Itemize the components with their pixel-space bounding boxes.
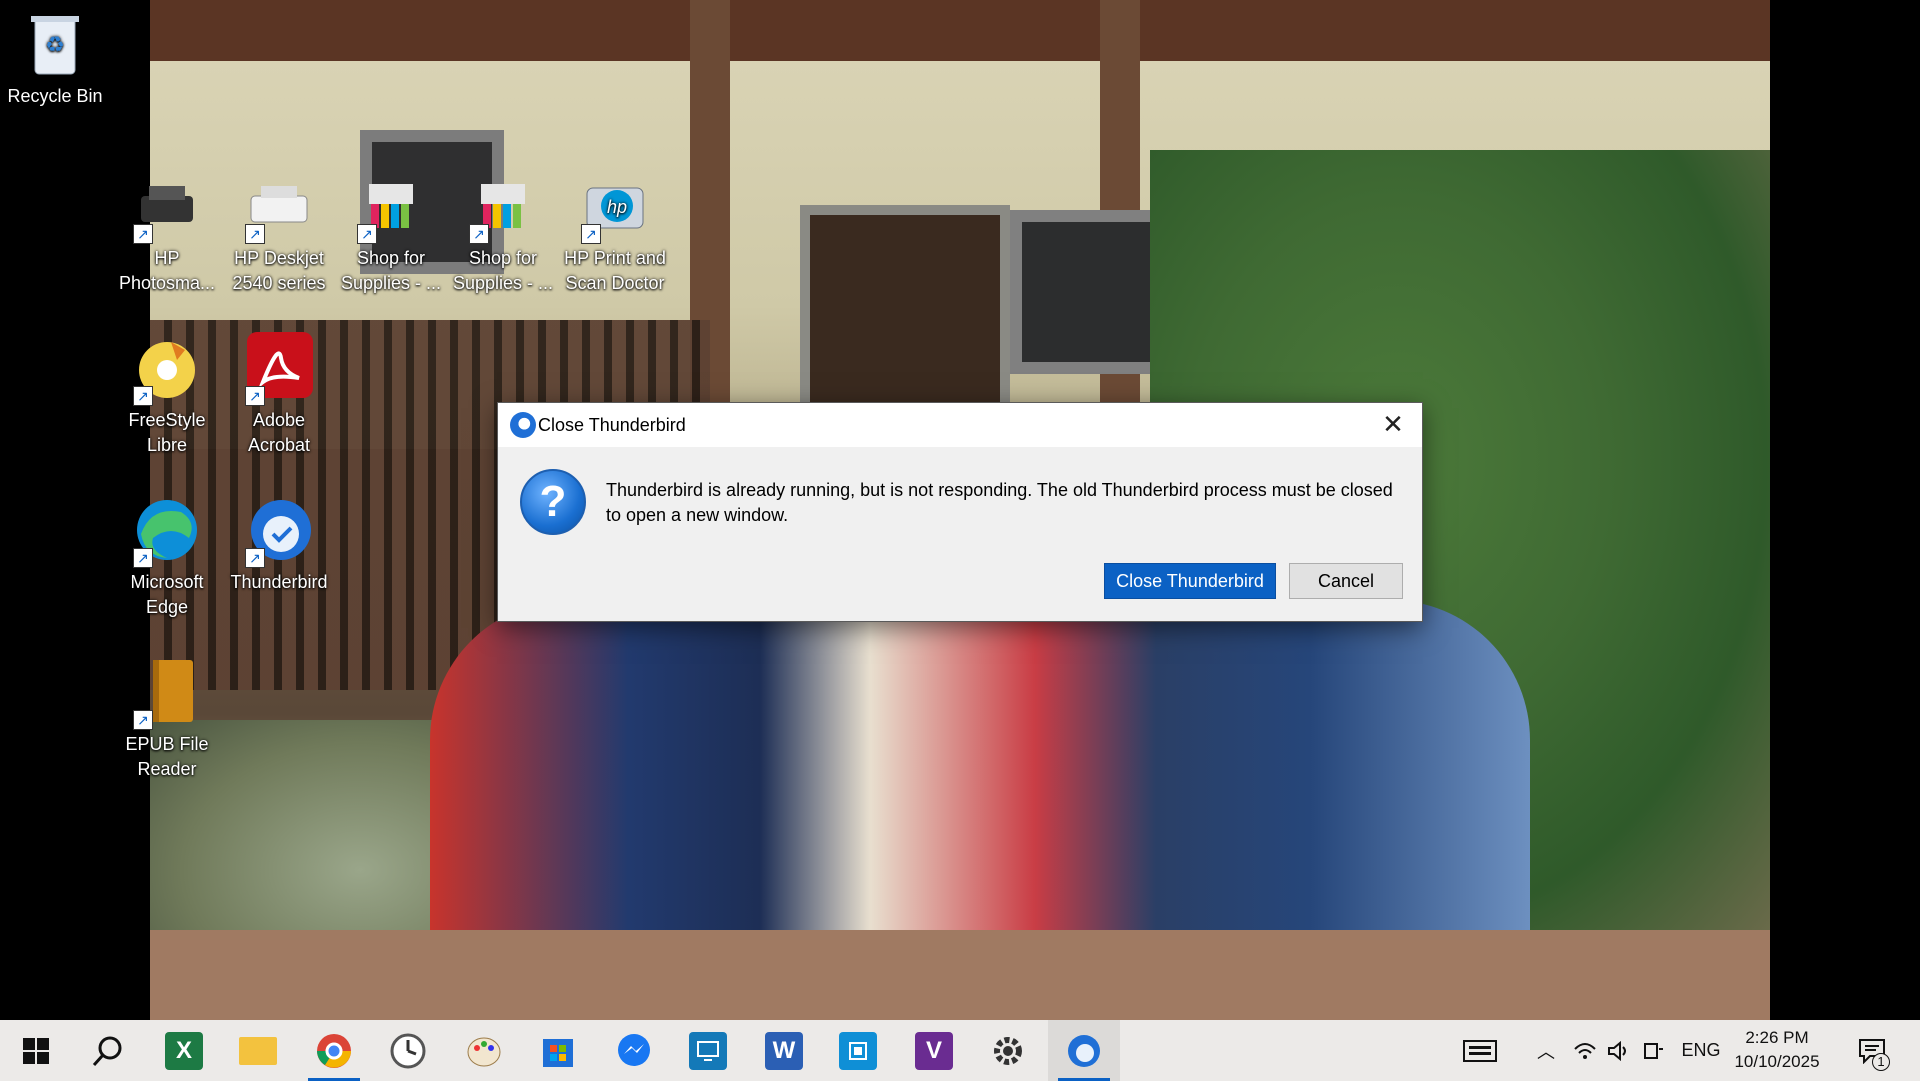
device-icon bbox=[1644, 1042, 1663, 1059]
svg-text:♻: ♻ bbox=[45, 32, 65, 57]
recycle-bin-icon: ♻ bbox=[19, 8, 91, 80]
messenger-icon bbox=[618, 1033, 650, 1066]
printer-icon: ↗ bbox=[131, 170, 203, 244]
taskbar-thunderbird[interactable] bbox=[1048, 1020, 1120, 1081]
svg-text:hp: hp bbox=[607, 197, 627, 217]
taskbar-chrome[interactable] bbox=[298, 1020, 370, 1081]
shortcut-arrow-icon: ↗ bbox=[581, 224, 601, 244]
chrome-icon bbox=[317, 1033, 351, 1068]
close-icon[interactable]: ✕ bbox=[1378, 409, 1408, 439]
keyboard-tray-button[interactable] bbox=[1458, 1020, 1502, 1081]
v-app-icon: V bbox=[915, 1031, 953, 1070]
network-button[interactable] bbox=[1570, 1020, 1600, 1081]
desktop-icon-thunderbird[interactable]: ↗ Thunderbird bbox=[224, 494, 334, 595]
edge-icon: ↗ bbox=[131, 494, 203, 568]
shortcut-arrow-icon: ↗ bbox=[245, 386, 265, 406]
shortcut-arrow-icon: ↗ bbox=[469, 224, 489, 244]
shortcut-arrow-icon: ↗ bbox=[133, 710, 153, 730]
dialog-message: Thunderbird is already running, but is n… bbox=[606, 480, 1393, 525]
shortcut-arrow-icon: ↗ bbox=[245, 548, 265, 568]
dialog-titlebar[interactable]: Close Thunderbird ✕ bbox=[498, 403, 1422, 447]
thunderbird-icon bbox=[1068, 1034, 1100, 1067]
show-hidden-icons-button[interactable]: ︿ bbox=[1532, 1020, 1560, 1081]
action-center-button[interactable]: 1 bbox=[1852, 1020, 1892, 1081]
shortcut-arrow-icon: ↗ bbox=[133, 224, 153, 244]
meet-now-button[interactable] bbox=[1638, 1020, 1668, 1081]
shortcut-arrow-icon: ↗ bbox=[133, 386, 153, 406]
paint-icon bbox=[467, 1037, 501, 1066]
thunderbird-icon: ↗ bbox=[243, 494, 315, 568]
desktop-icon-shop-supplies-1[interactable]: ↗ Shop for Supplies - ... bbox=[336, 170, 446, 296]
taskbar: X W V ︿ ENG 2:26 PM 10/10/2025 1 bbox=[0, 1020, 1920, 1081]
freestyle-libre-icon: ↗ bbox=[131, 332, 203, 406]
notification-count-badge: 1 bbox=[1872, 1053, 1890, 1071]
clock-date: 10/10/2025 bbox=[1734, 1052, 1820, 1071]
wifi-icon bbox=[1574, 1042, 1596, 1059]
taskbar-messenger[interactable] bbox=[598, 1020, 670, 1081]
microsoft-store-icon bbox=[543, 1038, 573, 1067]
shortcut-arrow-icon: ↗ bbox=[133, 548, 153, 568]
desktop-icon-freestyle-libre[interactable]: ↗ FreeStyle Libre bbox=[112, 332, 222, 458]
taskbar-remote-desktop[interactable] bbox=[672, 1020, 744, 1081]
adobe-acrobat-icon: ↗ bbox=[243, 332, 315, 406]
question-icon: ? bbox=[520, 469, 586, 535]
shortcut-arrow-icon: ↗ bbox=[357, 224, 377, 244]
volume-button[interactable] bbox=[1604, 1020, 1634, 1081]
clock-time: 2:26 PM bbox=[1745, 1028, 1809, 1047]
keyboard-icon bbox=[1463, 1039, 1497, 1062]
taskbar-file-explorer[interactable] bbox=[222, 1020, 294, 1081]
desktop-icon-hp-photosmart[interactable]: ↗ HP Photosma... bbox=[112, 170, 222, 296]
taskbar-paint[interactable] bbox=[448, 1020, 520, 1081]
chevron-up-icon: ︿ bbox=[1537, 1041, 1555, 1062]
taskbar-clock-app[interactable] bbox=[372, 1020, 444, 1081]
taskbar-settings[interactable] bbox=[972, 1020, 1044, 1081]
close-thunderbird-button[interactable]: Close Thunderbird bbox=[1104, 563, 1276, 599]
desktop-icon-recycle-bin[interactable]: ♻ Recycle Bin bbox=[0, 8, 110, 109]
remote-desktop-icon bbox=[689, 1031, 727, 1070]
start-button[interactable] bbox=[0, 1020, 72, 1081]
search-icon bbox=[92, 1036, 122, 1066]
shop-supplies-icon: ↗ bbox=[467, 170, 539, 244]
desktop-icon-hp-deskjet[interactable]: ↗ HP Deskjet 2540 series bbox=[224, 170, 334, 296]
desktop-icon-shop-supplies-2[interactable]: ↗ Shop for Supplies - ... bbox=[448, 170, 558, 296]
taskbar-excel[interactable]: X bbox=[148, 1020, 220, 1081]
clock-app-icon bbox=[390, 1033, 426, 1068]
printer-icon: ↗ bbox=[243, 170, 315, 244]
app-icon bbox=[839, 1031, 877, 1070]
thunderbird-icon bbox=[510, 412, 536, 438]
file-explorer-icon bbox=[239, 1036, 277, 1065]
excel-icon: X bbox=[165, 1031, 203, 1070]
desktop-icon-adobe-acrobat[interactable]: ↗ Adobe Acrobat bbox=[224, 332, 334, 458]
shop-supplies-icon: ↗ bbox=[355, 170, 427, 244]
taskbar-v-app[interactable]: V bbox=[898, 1020, 970, 1081]
desktop-icon-epub-reader[interactable]: ↗ EPUB File Reader bbox=[112, 656, 222, 782]
taskbar-microsoft-store[interactable] bbox=[522, 1020, 594, 1081]
close-thunderbird-dialog: Close Thunderbird ✕ ? Thunderbird is alr… bbox=[497, 402, 1423, 622]
taskbar-app[interactable] bbox=[822, 1020, 894, 1081]
dialog-title: Close Thunderbird bbox=[538, 415, 686, 435]
clock[interactable]: 2:26 PM 10/10/2025 bbox=[1722, 1026, 1832, 1074]
windows-logo-icon bbox=[23, 1037, 49, 1064]
hp-doctor-icon: hp ↗ bbox=[579, 170, 651, 244]
cancel-button[interactable]: Cancel bbox=[1289, 563, 1403, 599]
word-icon: W bbox=[765, 1031, 803, 1070]
shortcut-arrow-icon: ↗ bbox=[245, 224, 265, 244]
epub-reader-icon: ↗ bbox=[131, 656, 203, 730]
taskbar-word[interactable]: W bbox=[748, 1020, 820, 1081]
speaker-icon bbox=[1608, 1040, 1626, 1061]
input-language[interactable]: ENG bbox=[1680, 1020, 1722, 1081]
desktop-icon-microsoft-edge[interactable]: ↗ Microsoft Edge bbox=[112, 494, 222, 620]
search-button[interactable] bbox=[72, 1020, 144, 1081]
desktop-icon-hp-print-scan-doctor[interactable]: hp ↗ HP Print and Scan Doctor bbox=[560, 170, 670, 296]
settings-icon bbox=[994, 1036, 1022, 1065]
